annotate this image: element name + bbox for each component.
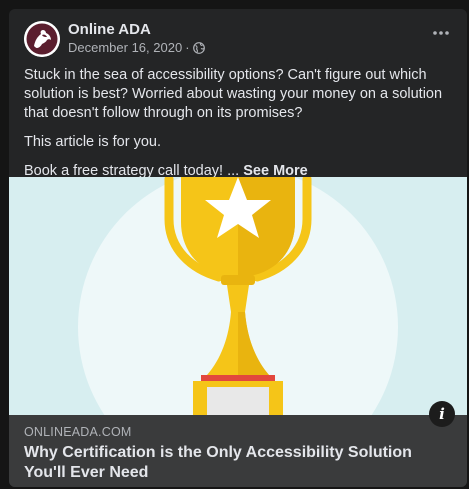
post-meta: December 16, 2020 · — [68, 40, 205, 55]
post-header: Online ADA December 16, 2020 · — [9, 9, 467, 71]
link-preview-image[interactable] — [9, 177, 467, 415]
post-paragraph-2: This article is for you. — [24, 134, 161, 150]
post-body: Stuck in the sea of accessibility option… — [24, 66, 454, 191]
facebook-post-card: Online ADA December 16, 2020 · Stuck in … — [9, 9, 467, 487]
info-button[interactable]: i — [429, 401, 455, 427]
info-icon: i — [439, 405, 445, 423]
more-horizontal-icon — [433, 31, 449, 35]
post-paragraph-1: Stuck in the sea of accessibility option… — [24, 67, 443, 121]
meta-separator: · — [185, 40, 190, 55]
trophy-star-illustration — [9, 177, 467, 415]
page-name-link[interactable]: Online ADA — [68, 21, 151, 38]
link-preview-caption[interactable]: ONLINEADA.COM Why Certification is the O… — [9, 415, 467, 487]
post-date[interactable]: December 16, 2020 — [68, 40, 182, 55]
globe-icon — [192, 41, 205, 54]
more-options-button[interactable] — [429, 23, 453, 43]
avatar[interactable] — [24, 21, 60, 57]
link-domain: ONLINEADA.COM — [24, 425, 132, 439]
link-title[interactable]: Why Certification is the Only Accessibil… — [24, 443, 449, 483]
online-ada-logo-icon — [24, 21, 60, 57]
